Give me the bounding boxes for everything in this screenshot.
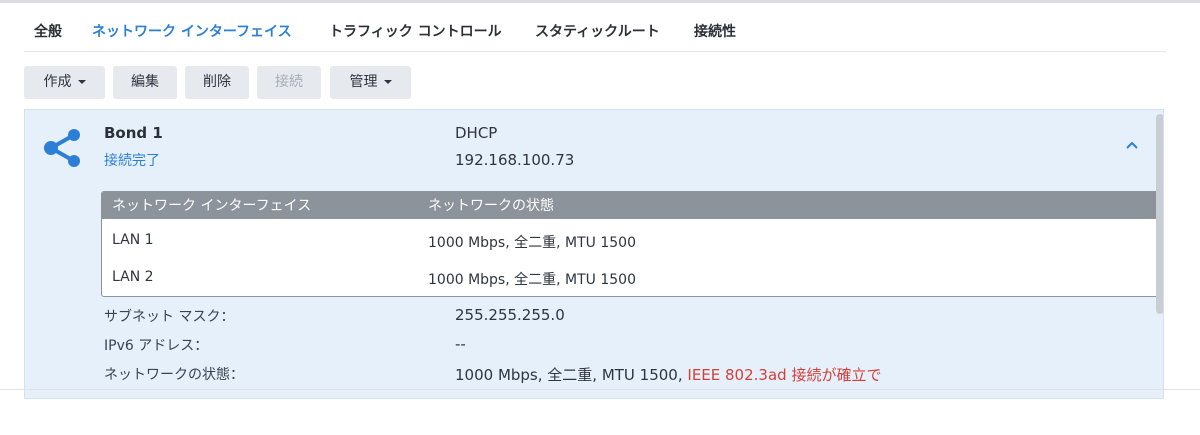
bond-ip: 192.168.100.73 (455, 151, 575, 169)
manage-button-label: 管理 (349, 74, 378, 90)
subnet-mask-label: サブネット マスク： (104, 309, 235, 325)
ipv6-label: IPv6 アドレス： (104, 338, 209, 354)
tab-bar: 全般 ネットワーク インターフェイス トラフィック コントロール スタティックル… (24, 14, 1166, 52)
bond-name: Bond 1 (104, 124, 163, 142)
network-state-label: ネットワークの状態： (104, 367, 244, 383)
manage-button[interactable]: 管理 (330, 66, 411, 99)
interface-table-header: ネットワーク インターフェイス ネットワークの状態 (102, 192, 1163, 219)
bottom-divider (0, 389, 1200, 390)
create-button[interactable]: 作成 (24, 66, 105, 99)
chevron-down-icon (77, 80, 86, 84)
edit-button[interactable]: 編集 (113, 66, 177, 99)
bond-status: 接続完了 (104, 153, 160, 169)
network-state-value: 1000 Mbps, 全二重, MTU 1500, IEEE 802.3ad 接… (455, 364, 881, 385)
ipv6-value: -- (455, 335, 466, 353)
tab-traffic-control[interactable]: トラフィック コントロール (329, 21, 502, 41)
bond-panel[interactable]: Bond 1 接続完了 DHCP 192.168.100.73 ネットワーク イ… (24, 109, 1164, 399)
network-state-text: 1000 Mbps, 全二重, MTU 1500, (455, 366, 688, 384)
network-state-warning: IEEE 802.3ad 接続が確立で (687, 366, 882, 384)
interface-name: LAN 1 (112, 232, 154, 248)
connect-button[interactable]: 接続 (257, 66, 321, 99)
chevron-up-icon[interactable] (1125, 140, 1139, 150)
edit-button-label: 編集 (131, 74, 159, 90)
subnet-mask-value: 255.255.255.0 (455, 306, 565, 324)
tab-connectivity[interactable]: 接続性 (694, 21, 736, 41)
connect-button-label: 接続 (275, 74, 303, 90)
scrollbar-thumb[interactable] (1156, 114, 1163, 314)
interface-state: 1000 Mbps, 全二重, MTU 1500 (428, 272, 636, 288)
tab-network-interface[interactable]: ネットワーク インターフェイス (92, 21, 292, 41)
chevron-down-icon (383, 80, 392, 84)
delete-button-label: 削除 (203, 74, 231, 90)
window-top-edge (0, 0, 1200, 3)
column-header-state: ネットワークの状態 (428, 198, 554, 214)
interface-name: LAN 2 (112, 269, 154, 285)
tab-general[interactable]: 全般 (34, 21, 62, 41)
tab-static-route[interactable]: スタティックルート (535, 21, 660, 41)
create-button-label: 作成 (43, 74, 72, 90)
delete-button[interactable]: 削除 (185, 66, 249, 99)
interface-table: ネットワーク インターフェイス ネットワークの状態 LAN 1 1000 Mbp… (101, 191, 1163, 297)
interface-state: 1000 Mbps, 全二重, MTU 1500 (428, 235, 636, 251)
column-header-interface: ネットワーク インターフェイス (112, 198, 312, 214)
share-icon (44, 129, 80, 167)
bond-mode: DHCP (455, 124, 498, 142)
